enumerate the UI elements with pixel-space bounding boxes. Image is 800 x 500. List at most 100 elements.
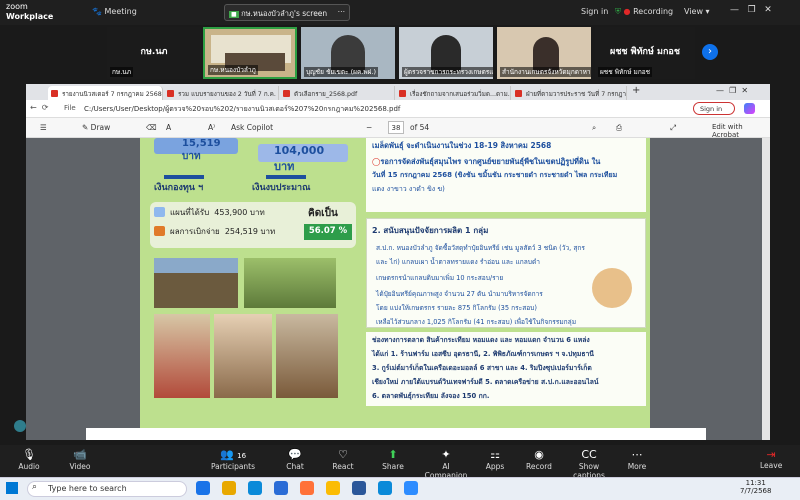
participant-tile[interactable]: บุญชัย ชัยเขตะ (ผค.พฝ.) — [301, 27, 395, 79]
edit-with-acrobat-button[interactable]: Edit with Acrobat — [712, 123, 770, 139]
browser-signin-button[interactable]: Sign in — [693, 102, 735, 115]
text-icon[interactable]: A — [166, 123, 171, 132]
screen-share-indicator[interactable]: ■ กษ.หนองบัวลำภู's screen ⋯ — [224, 4, 350, 21]
react-button[interactable]: ♡ React — [320, 448, 366, 471]
captions-button[interactable]: CC Show captions — [562, 448, 616, 480]
new-tab-button[interactable]: + — [632, 85, 640, 96]
share-badge-icon: ■ — [229, 11, 239, 18]
browser-tab[interactable]: ตัวเลือกราย_2568.pdf — [280, 86, 395, 100]
pdf-text: เชียงใหม่ ภายใต้แบรนด์วินเทจฟาร์มดี 5. ต… — [372, 378, 599, 386]
leave-button[interactable]: ⇥ Leave — [760, 448, 782, 470]
zoom-icon[interactable] — [404, 481, 418, 495]
file-label: File — [64, 104, 76, 112]
sparkle-icon: ✦ — [441, 448, 451, 461]
firefox-icon[interactable] — [300, 481, 314, 495]
pdf-text: วันที่ 15 กรกฎาคม 2568 (ขิงชัน ขมิ้นชัน … — [372, 171, 618, 179]
pdf-text: เมล็ดพันธุ์ จะดำเนินงานในช่วง 18-19 สิงห… — [372, 141, 552, 150]
copilot-icon[interactable] — [744, 103, 755, 114]
result-label: ผลการเบิกจ่าย 254,519 บาท — [170, 227, 276, 236]
share-button[interactable]: ⬆ Share — [370, 448, 416, 471]
chrome-icon[interactable] — [326, 481, 340, 495]
apps-button[interactable]: ⚏ Apps — [472, 448, 518, 471]
pdf-text: ส.ป.ก. หนองบัวลำภู จัดซื้อวัสดุทำปุ๋ยอิน… — [376, 244, 585, 252]
annotation-pen-icon[interactable] — [14, 420, 26, 432]
page-number-input[interactable]: 38 — [388, 121, 404, 134]
recording-indicator[interactable]: ⛨ ● Recording — [615, 7, 673, 17]
audio-button[interactable]: 🎙 Audio — [6, 448, 52, 471]
ratio-badge: 56.07 % — [304, 224, 352, 240]
farmer-illustration — [592, 268, 632, 308]
draw-tool[interactable]: ✎ Draw — [82, 123, 110, 132]
record-dot-icon: ● — [623, 7, 631, 16]
view-menu[interactable]: View ▾ — [684, 7, 710, 16]
video-button[interactable]: 📹 Video — [57, 448, 103, 471]
scrollbar[interactable] — [762, 138, 770, 440]
record-icon: ◉ — [534, 448, 544, 461]
taskbar-clock[interactable]: 11:31 7/7/2568 — [740, 479, 771, 495]
browser-tab[interactable]: รายงานนิวสเตอร์ 7 กรกฎาคม 2568.pdf — [48, 86, 163, 100]
fund-stat: 15,519 บาท — [154, 138, 238, 162]
pdf-heading: 2. สนับสนุนปัจจัยการผลิต 1 กลุ่ม — [372, 226, 489, 235]
browser-tab[interactable]: ฝ่ายที่ตามวารประราช วันที่ 7 กรกฎาคม... — [512, 86, 627, 100]
ai-companion-button[interactable]: ✦ AI Companion — [420, 448, 472, 480]
more-button[interactable]: ⋯ More — [614, 448, 660, 471]
browser-window-controls[interactable]: — ❐ ✕ — [716, 86, 748, 95]
taskview-icon[interactable] — [196, 481, 210, 495]
browser-tab[interactable]: เรื่องชักถามจากเสนอร่วมวิ่มด...ดาม... — [396, 86, 511, 100]
browser-tab[interactable]: รวม แบบรายงานของ 2 วันที่ 7 ก.ค. 25... — [164, 86, 279, 100]
pdf-text: ◯รอการจัดส่งพันธุ์สมุนไพร จากศูนย์ขยายพั… — [372, 157, 601, 166]
pdf-toolbar: ☰ ✎ Draw ⌫ A A⁾ Ask Copilot − 38 of 54 ⌕… — [26, 118, 770, 139]
print-icon[interactable]: ⎙ — [616, 123, 622, 133]
photo-group — [276, 314, 338, 398]
pdf-viewer: 15,519 บาท 104,000 บาท เงินกองทุน ฯ เงิน… — [26, 138, 770, 440]
search-icon: ⌕ — [32, 482, 38, 492]
read-aloud-icon[interactable]: A⁾ — [208, 123, 215, 132]
page-count: of 54 — [410, 123, 430, 132]
nav-buttons[interactable]: ← ⟳ — [30, 103, 49, 112]
budget-stat: 104,000 บาท — [258, 144, 348, 173]
plan-legend-swatch — [154, 207, 165, 217]
participant-tile[interactable]: สำนักงานเกษตรจังหวัดมุกดาหาร — [497, 27, 591, 79]
window-controls[interactable]: — ❐ ✕ — [730, 5, 772, 15]
pdf-text: 3. กูร์เม่ต์มาร์เก็ตในเครือเดอะมอลล์ 6 ส… — [372, 364, 592, 372]
participant-tile[interactable]: กษ.นภ กษ.นภ — [107, 27, 201, 79]
ask-copilot-button[interactable]: Ask Copilot — [231, 123, 273, 132]
participant-tile[interactable]: กษ.หนองบัวลำภู — [203, 27, 297, 79]
divider-line — [164, 175, 204, 179]
pdf-page: 15,519 บาท 104,000 บาท เงินกองทุน ฯ เงิน… — [140, 138, 650, 440]
windows-start-icon[interactable] — [6, 482, 18, 494]
photo-farm — [244, 258, 336, 308]
edge-icon[interactable] — [248, 481, 262, 495]
chat-icon: 💬 — [288, 448, 302, 461]
outlook-icon[interactable] — [274, 481, 288, 495]
pdf-text: โดย แบ่งให้เกษตรกร รายละ 875 กิโลกรัม (3… — [376, 304, 537, 312]
edge-icon-2[interactable] — [378, 481, 392, 495]
plan-label: แผนที่ได้รับ 453,900 บาท — [170, 208, 265, 217]
word-icon[interactable] — [352, 481, 366, 495]
participant-tile[interactable]: ผู้ตรวจราชการกระทรวงเกษตรและ... — [399, 27, 493, 79]
divider-line — [266, 175, 306, 179]
next-page-arrow-icon[interactable]: › — [702, 44, 718, 60]
participant-tile[interactable]: ผชช พิทักษ์ มกอช ผชช พิทักษ์ มกอช — [595, 27, 695, 79]
zoom-out-icon[interactable]: − — [366, 123, 372, 132]
pdf-text: แดง งาขาว งาดำ ขิง ข) — [372, 185, 445, 193]
explorer-icon[interactable] — [222, 481, 236, 495]
zoom-signin-link[interactable]: Sign in — [581, 7, 608, 16]
camera-icon: 📹 — [73, 448, 87, 461]
chat-button[interactable]: 💬 Chat — [272, 448, 318, 471]
more-options-icon[interactable]: ⋯ — [338, 7, 346, 16]
shared-browser-window: รายงานนิวสเตอร์ 7 กรกฎาคม 2568.pdf รวม แ… — [26, 84, 770, 440]
eraser-icon[interactable]: ⌫ — [146, 123, 157, 132]
participants-button[interactable]: 👥 16 Participants — [210, 448, 256, 471]
photo-field — [154, 258, 238, 308]
taskbar-search[interactable]: Type here to search — [27, 481, 187, 497]
url-field[interactable]: C:/Users/User/Desktop/ผู้ตรวจ%20รอบ%202/… — [84, 104, 400, 115]
record-button[interactable]: ◉ Record — [516, 448, 562, 471]
meeting-menu[interactable]: 🐾 Meeting — [92, 7, 137, 16]
toc-icon[interactable]: ☰ — [40, 123, 47, 132]
search-icon[interactable]: ⌕ — [592, 123, 596, 133]
fullscreen-icon[interactable]: ⤢ — [670, 123, 676, 133]
photo-market — [154, 314, 210, 398]
pdf-text: เกษตรกรนำแกลบดิบมาเพิ่ม 10 กระสอบ/ราย — [376, 274, 504, 282]
apps-icon: ⚏ — [490, 448, 500, 461]
